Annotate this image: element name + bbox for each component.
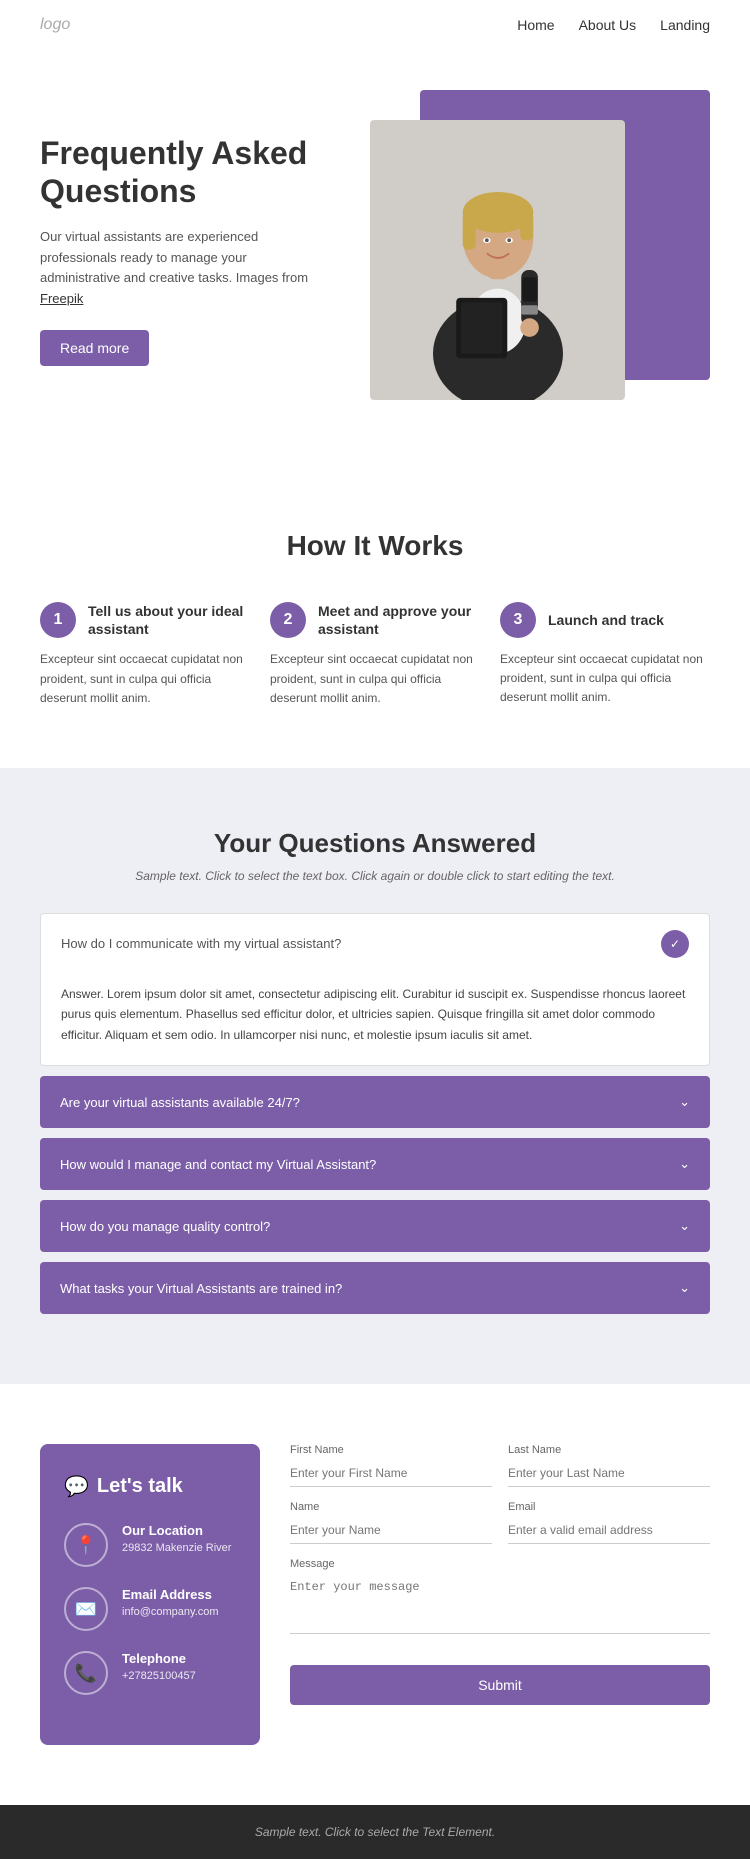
step-3: 3 Launch and track Excepteur sint occaec… — [500, 602, 710, 708]
logo: logo — [40, 16, 70, 34]
faq-section: Your Questions Answered Sample text. Cli… — [0, 768, 750, 1384]
chat-icon: 💬 — [64, 1474, 89, 1499]
step-1-number: 1 — [40, 602, 76, 638]
steps-container: 1 Tell us about your ideal assistant Exc… — [40, 602, 710, 708]
step-1-body: Excepteur sint occaecat cupidatat non pr… — [40, 650, 250, 708]
last-name-input[interactable] — [508, 1460, 710, 1487]
chevron-down-icon: ⌄ — [679, 1218, 690, 1234]
contact-heading: 💬 Let's talk — [64, 1474, 236, 1499]
read-more-button[interactable]: Read more — [40, 330, 149, 366]
faq-question-1[interactable]: How do I communicate with my virtual ass… — [41, 914, 709, 974]
faq-item-2[interactable]: Are your virtual assistants available 24… — [40, 1076, 710, 1128]
first-name-input[interactable] — [290, 1460, 492, 1487]
location-label: Our Location — [122, 1523, 231, 1538]
phone-label: Telephone — [122, 1651, 196, 1666]
step-3-heading: Launch and track — [548, 611, 664, 629]
faq-item-4[interactable]: How do you manage quality control? ⌄ — [40, 1200, 710, 1252]
last-name-label: Last Name — [508, 1444, 710, 1456]
chevron-down-icon: ⌄ — [679, 1156, 690, 1172]
message-input[interactable] — [290, 1574, 710, 1634]
form-row-email: Name Email — [290, 1501, 710, 1544]
hero-image-area — [370, 90, 710, 410]
faq-item-3[interactable]: How would I manage and contact my Virtua… — [40, 1138, 710, 1190]
faq-subtitle: Sample text. Click to select the text bo… — [40, 869, 710, 883]
footer-text: Sample text. Click to select the Text El… — [255, 1825, 495, 1839]
contact-form: First Name Last Name Name Email Message … — [290, 1444, 710, 1745]
contact-email: ✉️ Email Address info@company.com — [64, 1587, 236, 1631]
message-label: Message — [290, 1558, 710, 1570]
footer: Sample text. Click to select the Text El… — [0, 1805, 750, 1859]
how-it-works-section: How It Works 1 Tell us about your ideal … — [0, 470, 750, 768]
faq-title: Your Questions Answered — [40, 828, 710, 859]
step-1: 1 Tell us about your ideal assistant Exc… — [40, 602, 250, 708]
hero-content: Frequently Asked Questions Our virtual a… — [40, 134, 320, 366]
faq-answer-1: Answer. Lorem ipsum dolor sit amet, cons… — [41, 974, 709, 1065]
phone-icon: 📞 — [64, 1651, 108, 1695]
email-icon: ✉️ — [64, 1587, 108, 1631]
faq-check-icon — [661, 930, 689, 958]
form-row-name: First Name Last Name — [290, 1444, 710, 1487]
faq-item-1[interactable]: How do I communicate with my virtual ass… — [40, 913, 710, 1066]
contact-phone: 📞 Telephone +27825100457 — [64, 1651, 236, 1695]
contact-location: 📍 Our Location 29832 Makenzie River — [64, 1523, 236, 1567]
hero-title: Frequently Asked Questions — [40, 134, 320, 211]
last-name-field: Last Name — [508, 1444, 710, 1487]
first-name-label: First Name — [290, 1444, 492, 1456]
phone-value: +27825100457 — [122, 1670, 196, 1682]
person-illustration — [398, 140, 598, 400]
submit-button[interactable]: Submit — [290, 1665, 710, 1705]
nav-landing[interactable]: Landing — [660, 17, 710, 33]
nav-about[interactable]: About Us — [579, 17, 637, 33]
email-value: info@company.com — [122, 1606, 219, 1618]
step-2-body: Excepteur sint occaecat cupidatat non pr… — [270, 650, 480, 708]
freepik-link[interactable]: Freepik — [40, 291, 83, 306]
chevron-down-icon: ⌄ — [679, 1280, 690, 1296]
hero-description: Our virtual assistants are experienced p… — [40, 227, 320, 310]
step-2: 2 Meet and approve your assistant Except… — [270, 602, 480, 708]
email-field: Email — [508, 1501, 710, 1544]
step-3-number: 3 — [500, 602, 536, 638]
step-1-heading: Tell us about your ideal assistant — [88, 602, 250, 638]
first-name-field: First Name — [290, 1444, 492, 1487]
name-field: Name — [290, 1501, 492, 1544]
email-input[interactable] — [508, 1517, 710, 1544]
hero-image — [370, 120, 625, 400]
step-2-heading: Meet and approve your assistant — [318, 602, 480, 638]
name-input[interactable] — [290, 1517, 492, 1544]
navbar: logo Home About Us Landing — [0, 0, 750, 50]
nav-links: Home About Us Landing — [517, 17, 710, 33]
hero-section: Frequently Asked Questions Our virtual a… — [0, 50, 750, 470]
message-field: Message — [290, 1558, 710, 1637]
email-label: Email Address — [122, 1587, 219, 1602]
chevron-down-icon: ⌄ — [679, 1094, 690, 1110]
contact-info-panel: 💬 Let's talk 📍 Our Location 29832 Makenz… — [40, 1444, 260, 1745]
faq-item-5[interactable]: What tasks your Virtual Assistants are t… — [40, 1262, 710, 1314]
step-3-body: Excepteur sint occaecat cupidatat non pr… — [500, 650, 710, 708]
step-2-number: 2 — [270, 602, 306, 638]
location-value: 29832 Makenzie River — [122, 1542, 231, 1554]
nav-home[interactable]: Home — [517, 17, 554, 33]
location-icon: 📍 — [64, 1523, 108, 1567]
name-label: Name — [290, 1501, 492, 1513]
contact-section: 💬 Let's talk 📍 Our Location 29832 Makenz… — [0, 1384, 750, 1805]
how-it-works-title: How It Works — [40, 530, 710, 562]
email-field-label: Email — [508, 1501, 710, 1513]
